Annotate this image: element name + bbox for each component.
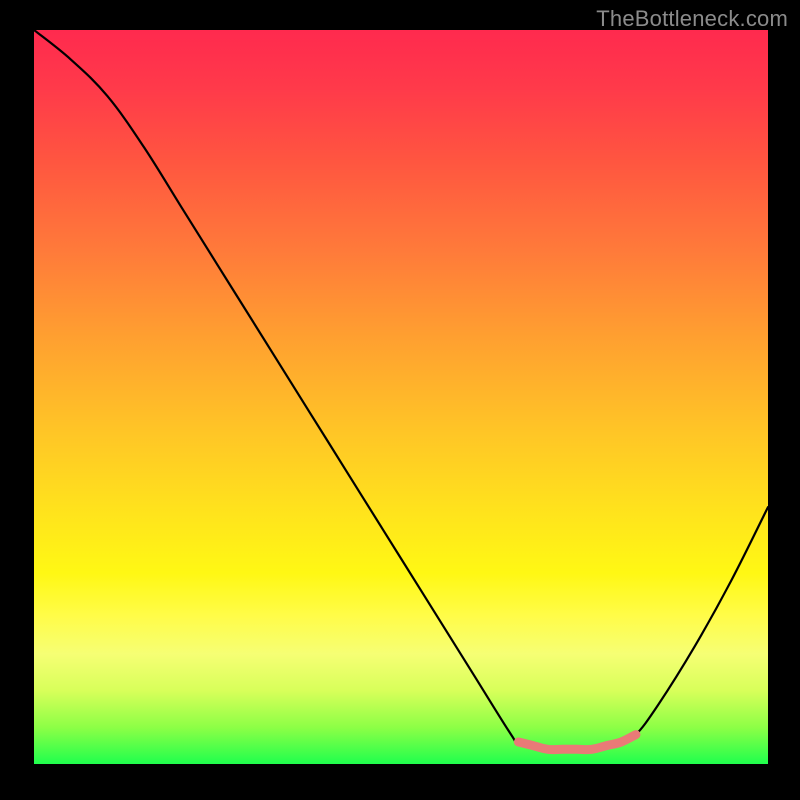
optimal-band-marker (518, 735, 636, 750)
curve-svg (34, 30, 768, 764)
bottleneck-curve (34, 30, 768, 750)
chart-frame: TheBottleneck.com (0, 0, 800, 800)
watermark-text: TheBottleneck.com (596, 6, 788, 32)
plot-area (34, 30, 768, 764)
